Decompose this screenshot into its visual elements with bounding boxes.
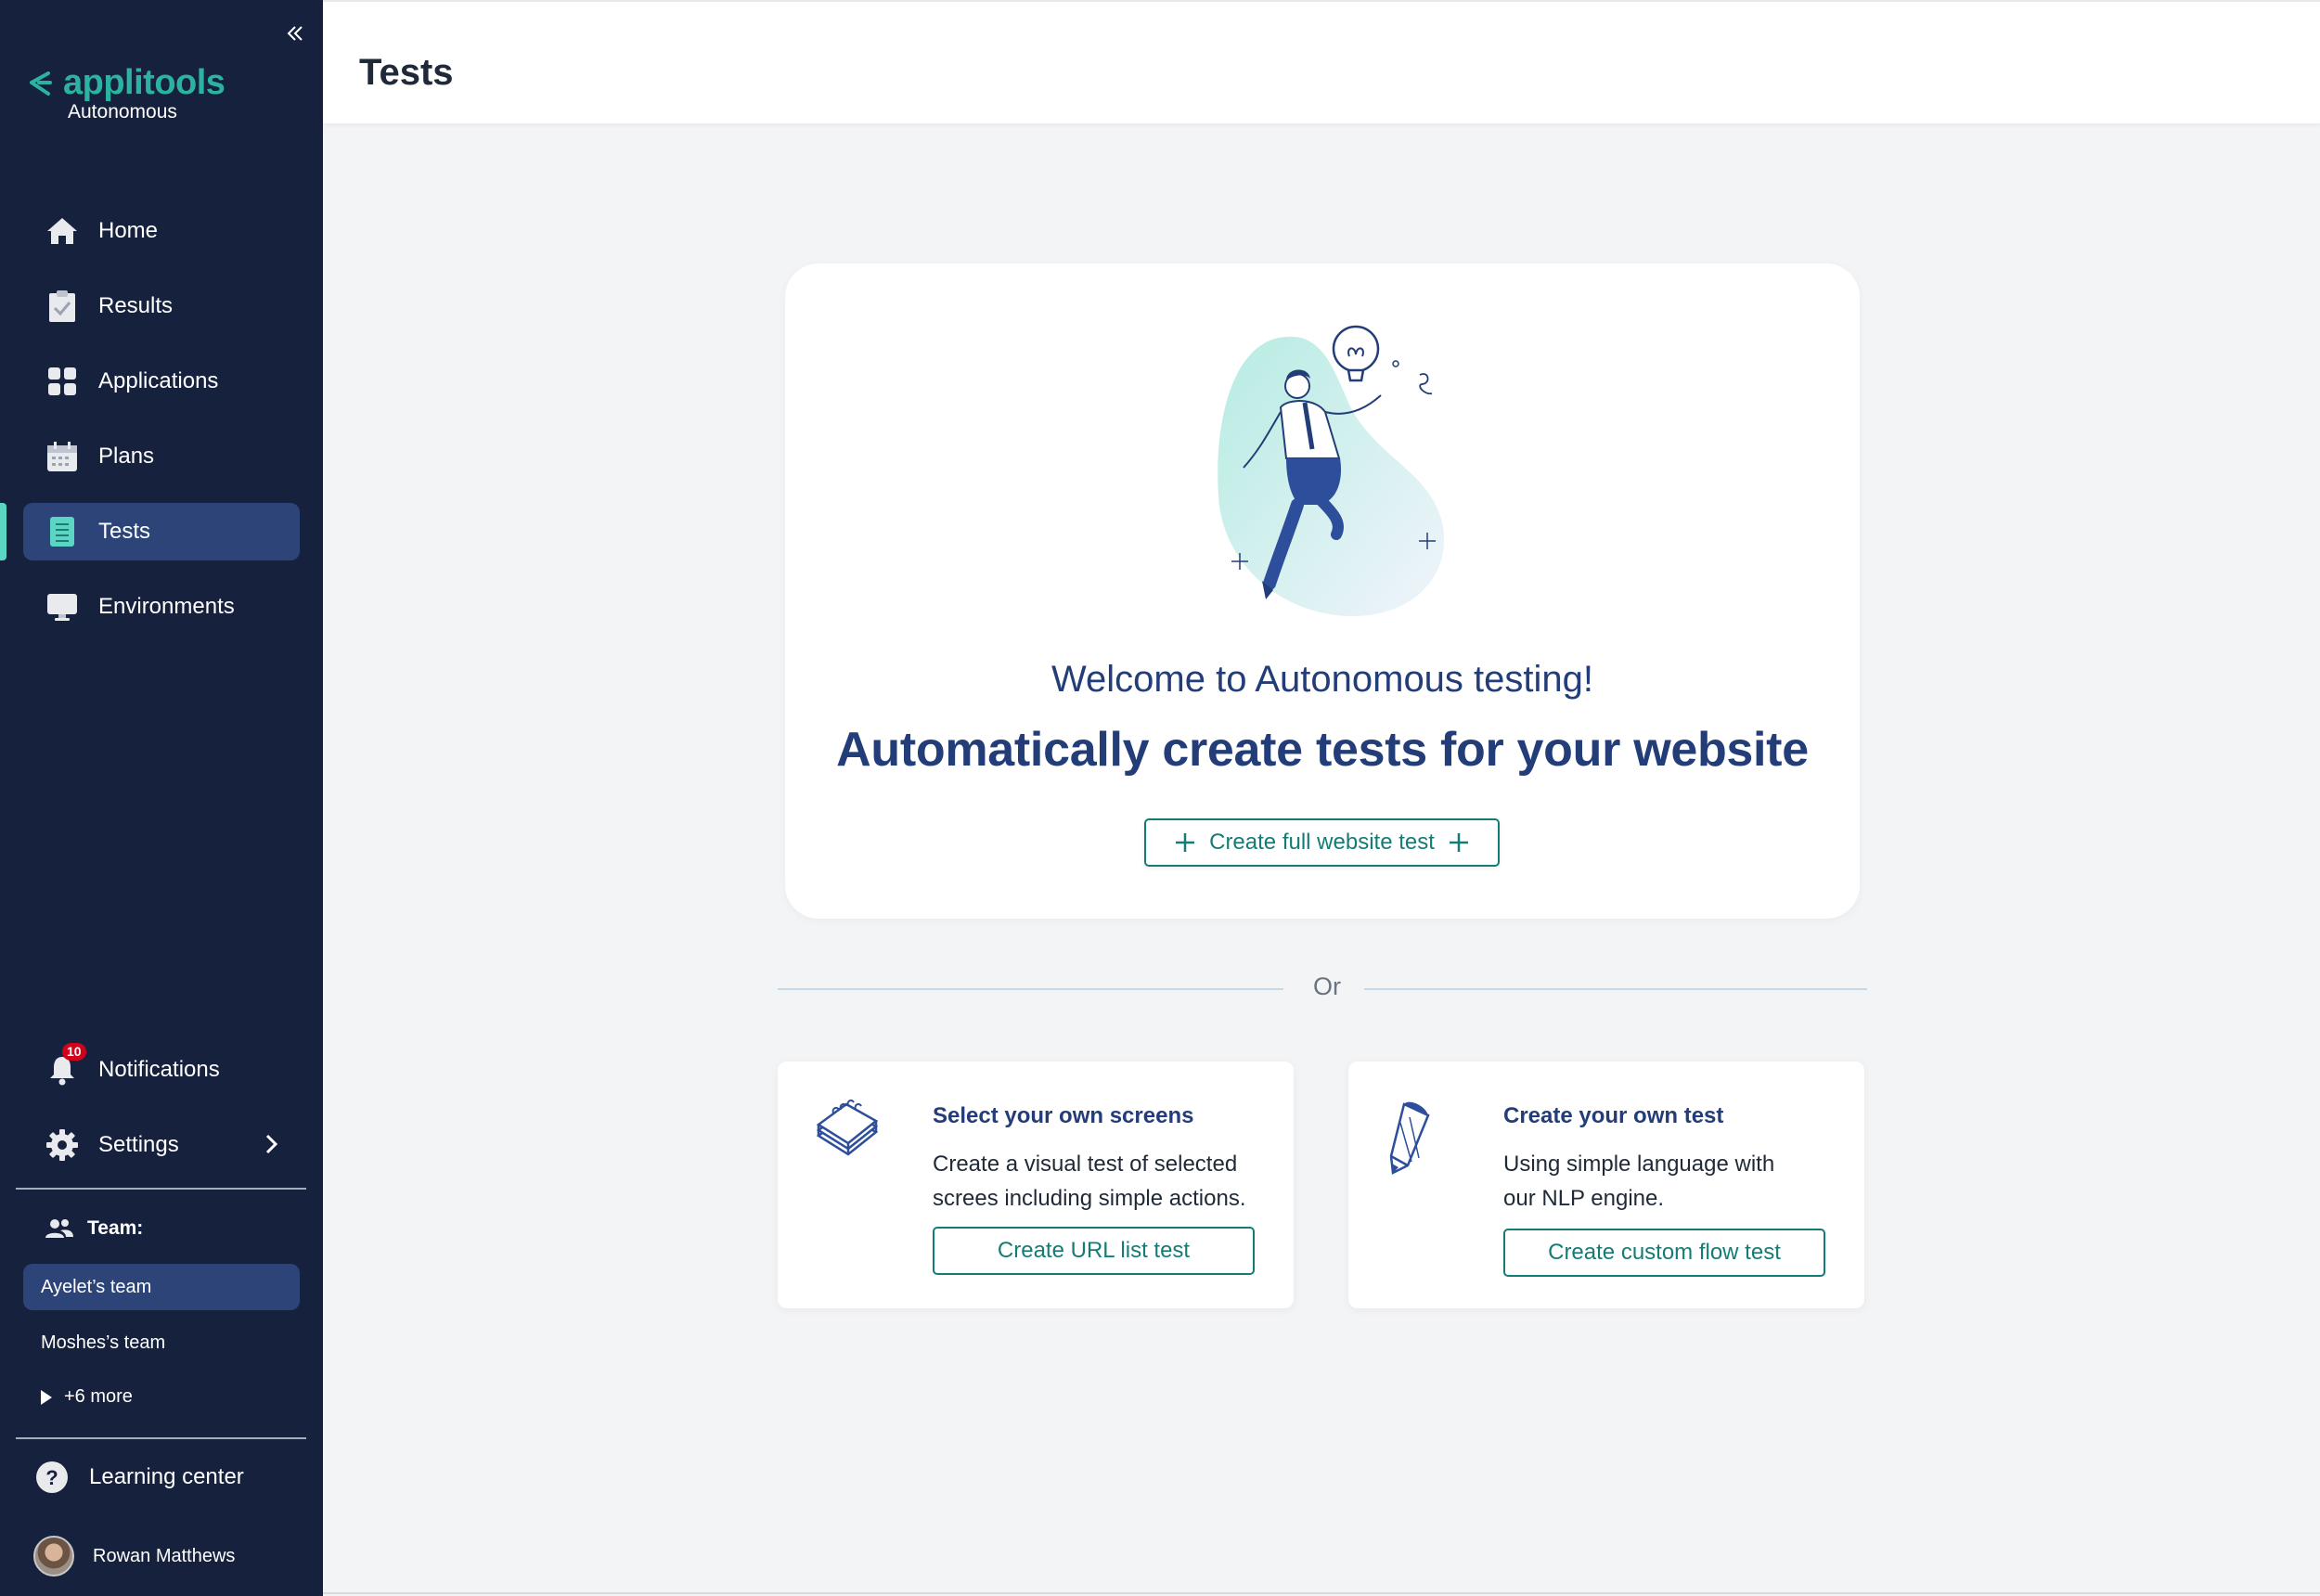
url-list-test-card: Select your own screens Create a visual … bbox=[778, 1062, 1294, 1308]
plus-icon bbox=[1449, 833, 1468, 852]
secondary-nav: 10 Notifications Settings bbox=[23, 1041, 300, 1191]
brand-name: applitools bbox=[63, 63, 226, 102]
sidebar-item-plans[interactable]: Plans bbox=[23, 428, 300, 485]
or-label: Or bbox=[1313, 972, 1341, 1000]
sidebar-item-label: Applications bbox=[98, 368, 219, 393]
grid-icon bbox=[45, 365, 79, 398]
help-circle-icon: ? bbox=[36, 1461, 68, 1493]
main-nav: Home Results Applications Plans Tests En… bbox=[0, 202, 300, 653]
sidebar-item-tests[interactable]: Tests bbox=[0, 503, 300, 560]
home-icon bbox=[45, 214, 79, 248]
learning-center-label: Learning center bbox=[89, 1464, 244, 1489]
gear-icon bbox=[45, 1128, 79, 1162]
hero-headline: Automatically create tests for your webs… bbox=[836, 723, 1809, 777]
sidebar-item-home[interactable]: Home bbox=[23, 202, 300, 260]
page-bottom-border bbox=[323, 1592, 2320, 1594]
calendar-icon bbox=[45, 440, 79, 473]
learning-center-link[interactable]: ? Learning center bbox=[35, 1461, 244, 1494]
clipboard-check-icon bbox=[45, 290, 79, 323]
active-indicator bbox=[0, 503, 6, 560]
sidebar-item-results[interactable]: Results bbox=[23, 277, 300, 335]
card-title: Select your own screens bbox=[933, 1103, 1194, 1128]
separator-line bbox=[778, 988, 1283, 990]
user-name: Rowan Matthews bbox=[93, 1545, 236, 1566]
sidebar-item-label: Plans bbox=[98, 444, 155, 469]
team-heading: Team: bbox=[45, 1217, 143, 1240]
applitools-logo-icon bbox=[30, 71, 52, 96]
notebook-stack-icon bbox=[816, 1099, 879, 1156]
show-more-teams[interactable]: +6 more bbox=[40, 1386, 133, 1408]
sidebar-item-applications[interactable]: Applications bbox=[23, 353, 300, 410]
person-idea-illustration bbox=[1218, 325, 1445, 616]
divider bbox=[16, 1188, 306, 1190]
sidebar-item-label: Results bbox=[98, 293, 174, 318]
sidebar-item-notifications[interactable]: 10 Notifications bbox=[23, 1041, 300, 1099]
hero-card: Welcome to Autonomous testing! Automatic… bbox=[785, 264, 1860, 919]
triangle-right-icon bbox=[41, 1389, 52, 1405]
or-separator: Or bbox=[778, 972, 1867, 1006]
create-custom-flow-test-button[interactable]: Create custom flow test bbox=[1503, 1229, 1825, 1277]
sidebar-item-settings[interactable]: Settings bbox=[23, 1116, 300, 1174]
people-icon bbox=[45, 1219, 73, 1238]
sidebar-item-environments[interactable]: Environments bbox=[23, 578, 300, 636]
monitor-icon bbox=[45, 590, 79, 624]
user-profile[interactable]: Rowan Matthews bbox=[33, 1536, 235, 1577]
notification-count-badge: 10 bbox=[62, 1043, 86, 1061]
logo[interactable]: applitools Autonomous bbox=[28, 63, 226, 123]
create-full-website-test-button[interactable]: Create full website test bbox=[1144, 818, 1500, 867]
sidebar-item-label: Home bbox=[98, 218, 159, 243]
sidebar: applitools Autonomous Home Results Appli… bbox=[0, 0, 323, 1596]
separator-line bbox=[1364, 988, 1867, 990]
team-item-ayelet[interactable]: Ayelet’s team bbox=[23, 1264, 300, 1310]
sidebar-item-label: Environments bbox=[98, 594, 235, 619]
list-doc-icon bbox=[45, 515, 79, 548]
double-chevron-left-icon bbox=[287, 26, 303, 41]
button-label: Create full website test bbox=[1209, 830, 1435, 855]
page-title: Tests bbox=[359, 52, 454, 93]
svg-text:?: ? bbox=[45, 1466, 58, 1489]
avatar bbox=[33, 1536, 74, 1577]
card-description: Using simple language with our NLP engin… bbox=[1503, 1152, 1775, 1211]
team-label: Team: bbox=[87, 1217, 144, 1239]
sidebar-item-label: Settings bbox=[98, 1132, 179, 1157]
create-url-list-test-button[interactable]: Create URL list test bbox=[933, 1227, 1255, 1275]
pencil-icon bbox=[1389, 1101, 1430, 1175]
team-item-moshes[interactable]: Moshes’s team bbox=[23, 1319, 300, 1366]
sidebar-item-label: Notifications bbox=[98, 1057, 220, 1082]
welcome-heading: Welcome to Autonomous testing! bbox=[1050, 659, 1594, 700]
brand-subtitle: Autonomous bbox=[68, 101, 177, 122]
sidebar-item-label: Tests bbox=[98, 519, 151, 544]
page-header: Tests bbox=[323, 0, 2320, 123]
chevron-right-icon bbox=[265, 1134, 278, 1154]
card-title: Create your own test bbox=[1503, 1103, 1724, 1128]
collapse-sidebar-button[interactable] bbox=[278, 17, 312, 50]
divider bbox=[16, 1437, 306, 1439]
more-teams-label: +6 more bbox=[64, 1386, 133, 1407]
card-description: Create a visual test of selected screes … bbox=[933, 1152, 1246, 1211]
custom-flow-test-card: Create your own test Using simple langua… bbox=[1348, 1062, 1864, 1308]
plus-icon bbox=[1176, 833, 1195, 852]
